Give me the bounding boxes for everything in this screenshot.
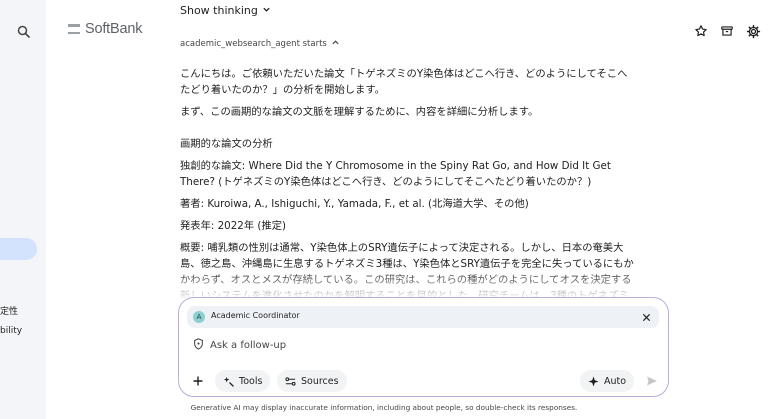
agent-status-toggle[interactable]: academic_websearch_agent starts (180, 38, 340, 50)
send-icon (647, 376, 657, 386)
send-button[interactable] (641, 370, 663, 392)
tools-label: Tools (239, 375, 263, 387)
show-thinking-label: Show thinking (180, 4, 258, 17)
auto-label: Auto (604, 375, 627, 387)
chevron-up-icon (331, 38, 340, 50)
softbank-logo: SoftBank (68, 19, 142, 39)
ai-disclaimer: Generative AI may display inaccurate inf… (190, 403, 578, 412)
intro-paragraph: まず、この画期的な論文の文脈を理解するために、内容を詳細に分析します。 (180, 106, 539, 118)
follow-up-placeholder: Ask a follow-up (210, 340, 287, 351)
response-content: こんにちは。ご依頼いただいた論文「トゲネズミのY染色体はどこへ行き、どのようにし… (180, 66, 635, 304)
logo-mark-icon (68, 24, 80, 34)
sparkle-icon (588, 375, 599, 387)
left-sidebar: 定性 bility (0, 0, 46, 419)
sidebar-item-label[interactable]: bility (0, 326, 22, 336)
year-paragraph: 発表年: 2022年 (推定) (180, 220, 287, 232)
close-icon[interactable] (639, 310, 653, 324)
sources-button[interactable]: Sources (277, 370, 347, 392)
sources-icon (285, 376, 296, 386)
agent-chip[interactable]: A Academic Coordinator (187, 306, 659, 328)
sidebar-item-label[interactable]: 定性 (0, 304, 18, 317)
archive-icon[interactable] (718, 22, 736, 40)
sources-label: Sources (301, 375, 339, 387)
add-button[interactable] (187, 370, 209, 392)
auto-mode-button[interactable]: Auto (580, 370, 635, 392)
section-heading: 画期的な論文の分析 (180, 138, 273, 150)
agent-avatar: A (193, 311, 205, 323)
plus-icon (193, 376, 203, 386)
greeting-paragraph: こんにちは。ご依頼いただいた論文「トゲネズミのY染色体はどこへ行き、どのようにし… (180, 68, 628, 96)
star-icon[interactable] (692, 22, 710, 40)
gear-icon[interactable] (744, 22, 762, 40)
chevron-down-icon (262, 4, 271, 17)
top-toolbar (692, 22, 762, 40)
agent-status-label: academic_websearch_agent starts (180, 39, 327, 49)
sidebar-active-item[interactable] (0, 238, 37, 260)
shield-icon (193, 338, 204, 353)
sparkle-tools-icon (223, 376, 234, 387)
content-fade (170, 270, 650, 300)
paper-title-paragraph: 独創的な論文: Where Did the Y Chromosome in th… (180, 160, 611, 188)
logo-text: SoftBank (85, 21, 143, 37)
follow-up-input[interactable]: Ask a follow-up (193, 338, 286, 353)
tools-button[interactable]: Tools (215, 370, 271, 392)
agent-chip-label: Academic Coordinator (211, 311, 300, 320)
authors-paragraph: 著者: Kuroiwa, A., Ishiguchi, Y., Yamada, … (180, 198, 529, 210)
composer-box: A Academic Coordinator Ask a follow-up T… (178, 297, 669, 397)
search-icon[interactable] (16, 24, 32, 40)
composer-actions: Tools Sources Auto (187, 370, 663, 392)
show-thinking-toggle[interactable]: Show thinking (180, 4, 271, 17)
